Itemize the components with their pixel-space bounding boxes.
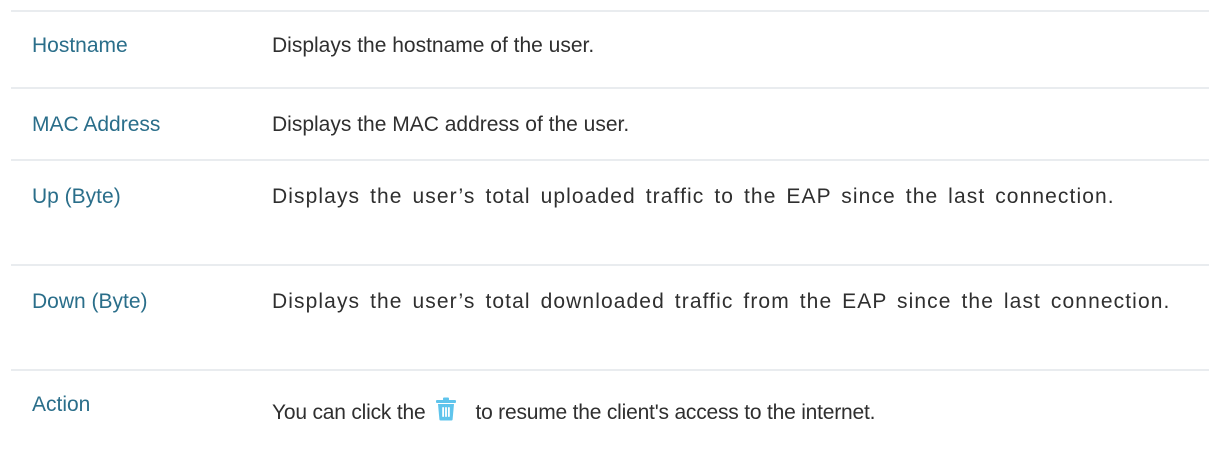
table-row: Up (Byte) Displays the user’s total uplo… xyxy=(11,159,1209,264)
parameter-table: Hostname Displays the hostname of the us… xyxy=(11,10,1209,451)
description-down-byte: Displays the user’s total downloaded tra… xyxy=(272,290,1171,313)
trash-icon xyxy=(435,397,457,433)
table-row: Action You can click the to resume the c… xyxy=(11,369,1209,451)
description-mac-address: Displays the MAC address of the user. xyxy=(272,113,630,136)
term-hostname: Hostname xyxy=(32,34,128,57)
description-action-after: to resume the client's access to the int… xyxy=(475,401,876,424)
term-up-byte: Up (Byte) xyxy=(32,185,121,208)
term-mac-address: MAC Address xyxy=(32,113,161,136)
description-hostname: Displays the hostname of the user. xyxy=(272,34,595,57)
table-row: Hostname Displays the hostname of the us… xyxy=(11,10,1209,87)
description-action-before: You can click the xyxy=(272,401,426,424)
description-up-byte: Displays the user’s total uploaded traff… xyxy=(272,185,1115,208)
term-action: Action xyxy=(32,393,91,416)
table-row: MAC Address Displays the MAC address of … xyxy=(11,87,1209,159)
description-action: You can click the to resume the client's… xyxy=(272,395,1192,433)
term-down-byte: Down (Byte) xyxy=(32,290,148,313)
table-row: Down (Byte) Displays the user’s total do… xyxy=(11,264,1209,369)
